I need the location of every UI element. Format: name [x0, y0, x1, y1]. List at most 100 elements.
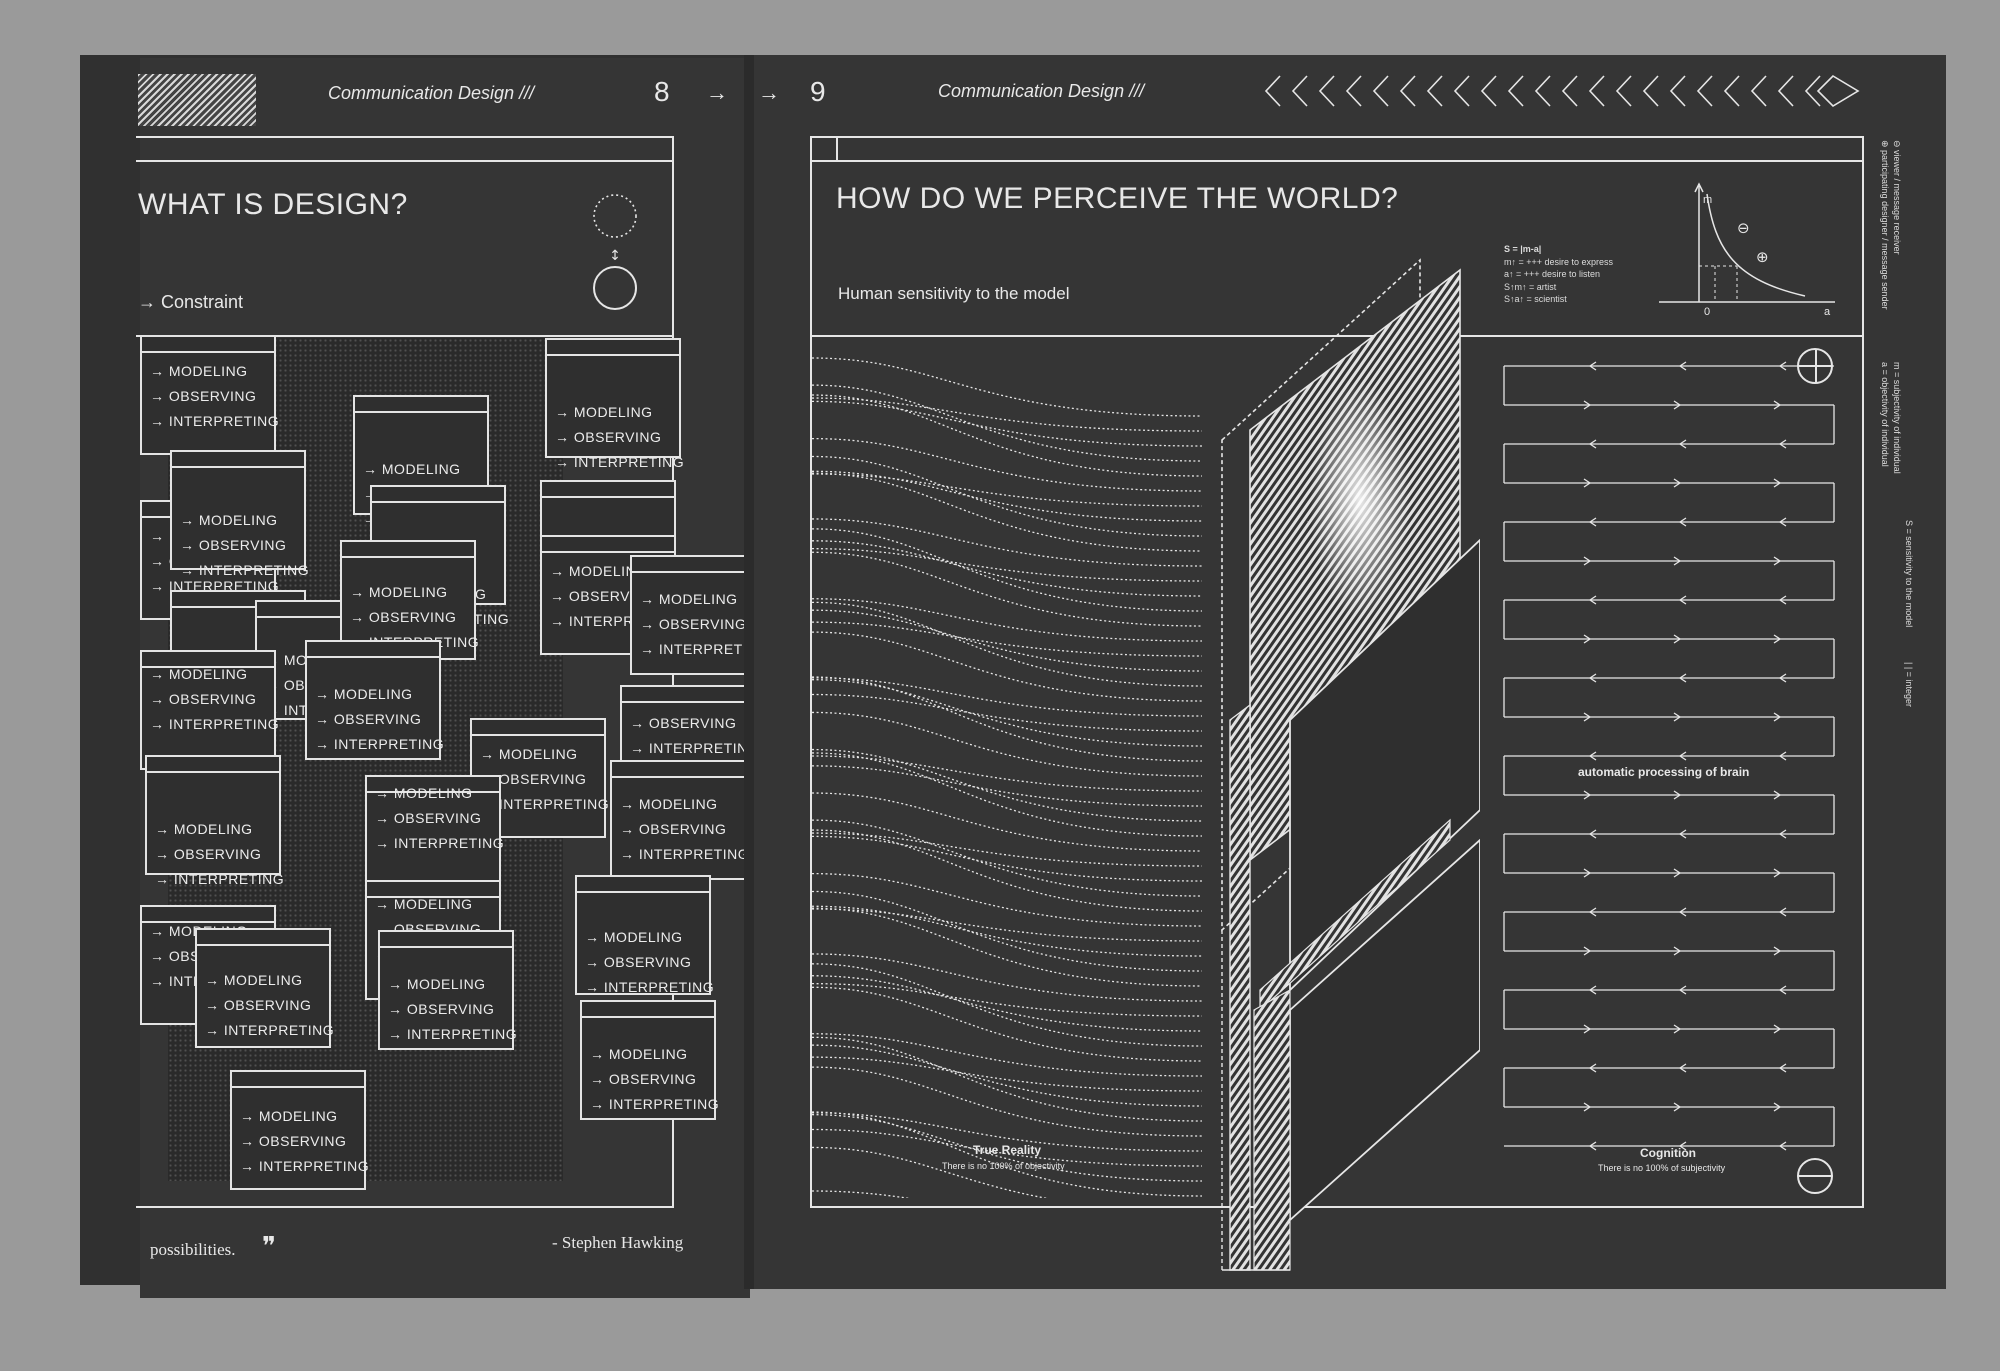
quote-mark-icon: ❞ [262, 1232, 276, 1262]
chevron-icon [1507, 75, 1524, 107]
dotted-line [812, 975, 1202, 1032]
plus-circle-big-icon [1797, 348, 1833, 384]
card: → MODELING→ OBSERVING→ INTERPRETING [140, 650, 279, 770]
reality-lines-diagram [812, 357, 1202, 1198]
chevron-icon [1750, 75, 1767, 107]
right-page-number: 9 [810, 76, 826, 107]
dotted-line [812, 1033, 1202, 1077]
card: → MODELING→ OBSERVING→ INTERPRETING [365, 775, 504, 895]
dotted-line [812, 765, 1202, 807]
gutter-shadow [744, 55, 754, 1289]
perception-planes [1221, 258, 1480, 1271]
dotted-line [812, 693, 1202, 732]
dotted-line [812, 400, 1202, 447]
right-header-tab [836, 136, 838, 162]
dotted-line [812, 963, 1202, 1047]
dotted-line [812, 755, 1202, 792]
automatic-processing-label: automatic processing of brain [1578, 765, 1750, 779]
chevron-icon [1615, 75, 1632, 107]
right-arrow: → [758, 80, 780, 105]
true-reality-title: True Reality [973, 1143, 1042, 1157]
quote-text: possibilities. [150, 1240, 236, 1259]
chevron-icon [1696, 75, 1713, 107]
left-page-title: WHAT IS DESIGN? [138, 188, 408, 221]
card: → MODELING→ OBSERVING→ INTERPRETING [145, 755, 284, 887]
dotted-line [812, 437, 1202, 492]
dotted-line [812, 832, 1202, 867]
chevron-pattern [1264, 74, 1860, 108]
chevron-icon [1426, 75, 1443, 107]
formula-line: S↑m↑ = artist [1504, 281, 1557, 292]
card: → MODELING→ OBSERVING→ INTERPRETING [170, 450, 309, 578]
dotted-line [812, 518, 1202, 567]
dotted-line [812, 528, 1202, 612]
graph-origin: 0 [1704, 306, 1711, 318]
formula-line: S↑a↑ = scientist [1504, 294, 1567, 304]
dotted-line [812, 752, 1202, 837]
formula-block: S = |m-a| m↑ = +++ desire to express a↑ … [1504, 243, 1613, 306]
legend-viewer: ⊖ viewer / message receiver [1892, 140, 1902, 255]
legend-m: m = subjectivity of individual [1892, 362, 1902, 474]
legend-integer: | | = integer [1904, 662, 1914, 707]
dotted-circle-icon [593, 194, 637, 238]
dotted-line [812, 890, 1202, 972]
chevron-icon [1399, 75, 1416, 107]
legend-designer: ⊕ participating designer / message sende… [1880, 140, 1890, 310]
chevron-icon [1723, 75, 1740, 107]
chevron-icon [1534, 75, 1551, 107]
card: → MODELING→ OBSERVING→ INTERPRETING [378, 930, 517, 1050]
hatched-block [138, 74, 256, 126]
chevron-icon [1345, 75, 1362, 107]
solid-circle-icon [593, 266, 637, 310]
right-page-subtitle: Human sensitivity to the model [838, 284, 1070, 303]
left-page-subtitle: → Constraint [138, 292, 244, 312]
dotted-line [812, 983, 1202, 1017]
left-arrow: → [706, 80, 728, 105]
card: → MODELING→ OBSERVING→ INTERPRETING [580, 1000, 719, 1120]
sensitivity-graph [1659, 182, 1835, 303]
cognition-title: Cognition [1640, 1146, 1696, 1160]
dotted-line [812, 397, 1202, 432]
card: → MODELING→ OBSERVING→ INTERPRETING [140, 335, 279, 455]
graph-axis-x: a [1824, 306, 1831, 318]
legend-s: S = sensitivity to the model [1904, 520, 1914, 628]
dotted-line [812, 792, 1202, 852]
right-page-title: HOW DO WE PERCEIVE THE WORLD? [836, 182, 1399, 215]
diamond-icon [1816, 74, 1860, 108]
chevron-icon [1264, 75, 1281, 107]
dotted-line [812, 953, 1202, 1002]
formula-line: m↑ = +++ desire to express [1504, 256, 1614, 267]
chevron-icon [1291, 75, 1308, 107]
chevron-icon [1588, 75, 1605, 107]
dotted-line [812, 621, 1202, 657]
chevron-icon [1561, 75, 1578, 107]
formula-line: a↑ = +++ desire to listen [1504, 269, 1601, 279]
dotted-line [812, 835, 1202, 882]
dotted-line [812, 679, 1202, 747]
legend-a: a = objectivity of individual [1880, 362, 1890, 467]
chevron-icon [1480, 75, 1497, 107]
dotted-line [812, 872, 1202, 927]
true-reality-caption: There is no 100% of objectivity [942, 1161, 1065, 1171]
circles-diagram: ↕ [593, 194, 637, 310]
dotted-line [812, 598, 1202, 642]
dotted-line [812, 907, 1202, 987]
svg-text:↕: ↕ [609, 248, 621, 264]
card: → MODELING→ OBSERVING→ INTERPRETING [195, 928, 334, 1048]
chevron-icon [1642, 75, 1659, 107]
minus-circle-icon: ⊖ [1737, 219, 1750, 237]
left-header-rule [136, 160, 674, 162]
card: → MODELING→ OBSERVING→ INTERPRETING [610, 760, 749, 880]
cognition-caption: There is no 100% of subjectivity [1598, 1163, 1726, 1173]
dotted-line [812, 676, 1202, 762]
graph-axis-y: m [1703, 194, 1713, 206]
right-header-rule [810, 160, 1864, 162]
left-page-number: 8 [654, 76, 670, 107]
dotted-line [812, 1066, 1202, 1137]
dotted-line [812, 1056, 1202, 1092]
dotted-line [812, 548, 1202, 582]
dotted-line [812, 472, 1202, 552]
chevron-icon [1669, 75, 1686, 107]
dotted-line [812, 631, 1202, 702]
dotted-line [812, 540, 1202, 597]
